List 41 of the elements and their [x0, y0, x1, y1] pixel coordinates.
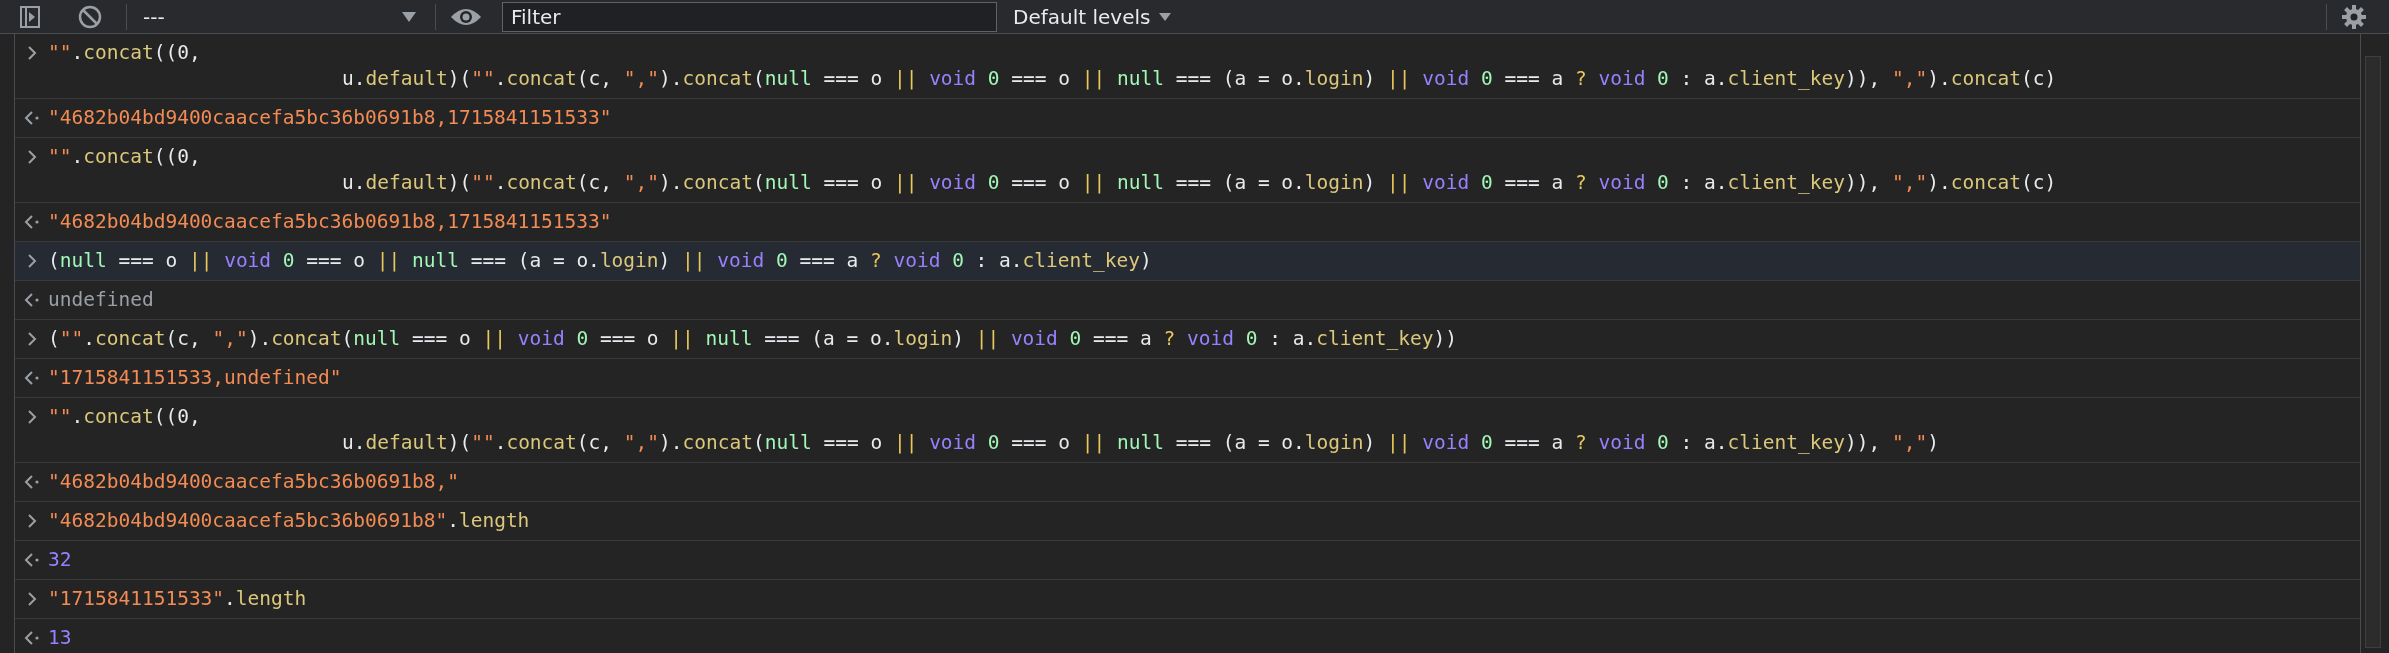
- console-input-code: u.default)("".concat(c, ",").concat(null === o || void 0 === o || null === (a = o.login) || void 0 === a ? void 0 : a.client_key)), ",").concat(c): [341, 170, 2057, 196]
- console-input-code: ("".concat(c, ",").concat(null === o || void 0 === o || null === (a = o.login) || void 0 === a ? void 0 : a.client_key)): [48, 326, 1458, 352]
- caret-icon: [1158, 11, 1173, 22]
- input-prompt-icon: [26, 46, 37, 60]
- console-input-code: "1715841151533".length: [48, 586, 307, 612]
- console-input-code: u.default)("".concat(c, ",").concat(null === o || void 0 === o || null === (a = o.login) || void 0 === a ? void 0 : a.client_key)), ","): [341, 430, 1939, 456]
- caret-icon: [401, 10, 417, 23]
- console-result: undefined: [48, 287, 154, 313]
- scrollbar-thumb[interactable]: [2365, 56, 2381, 648]
- console-result: "1715841151533,undefined": [48, 365, 342, 391]
- console-input-code: (null === o || void 0 === o || null === (a = o.login) || void 0 === a ? void 0 : a.client_key): [48, 248, 1152, 274]
- eye-icon[interactable]: [450, 6, 482, 27]
- settings-icon[interactable]: [2341, 3, 2367, 30]
- log-levels-dropdown[interactable]: Default levels: [1009, 4, 1177, 29]
- console-input-code: "".concat((0,: [48, 40, 202, 66]
- console-result: "4682b04bd9400caacefa5bc36b0691b8,1715841151533": [48, 209, 612, 235]
- console-input-code: "".concat((0,: [48, 144, 202, 170]
- context-dropdown[interactable]: ---: [141, 4, 421, 29]
- result-arrow-icon: [23, 475, 40, 489]
- input-prompt-icon: [26, 410, 37, 424]
- result-arrow-icon: [23, 371, 40, 385]
- input-prompt-icon: [26, 150, 37, 164]
- sidebar-toggle-icon[interactable]: [20, 5, 40, 28]
- input-prompt-icon: [26, 254, 37, 268]
- console-input-code: "4682b04bd9400caacefa5bc36b0691b8".length: [48, 508, 530, 534]
- result-arrow-icon: [23, 111, 40, 125]
- result-arrow-icon: [23, 553, 40, 567]
- input-prompt-icon: [26, 592, 37, 606]
- console-result: "4682b04bd9400caacefa5bc36b0691b8,1715841151533": [48, 105, 612, 131]
- console-result: 13: [48, 625, 72, 651]
- input-prompt-icon: [26, 514, 37, 528]
- console-result: 32: [48, 547, 72, 573]
- console-input-code: "".concat((0,: [48, 404, 202, 430]
- console-result: "4682b04bd9400caacefa5bc36b0691b8,": [48, 469, 459, 495]
- console-input-code: u.default)("".concat(c, ",").concat(null === o || void 0 === o || null === (a = o.login) || void 0 === a ? void 0 : a.client_key)), ",").concat(c): [341, 66, 2057, 92]
- result-arrow-icon: [23, 293, 40, 307]
- result-arrow-icon: [23, 215, 40, 229]
- input-prompt-icon: [26, 332, 37, 346]
- filter-field[interactable]: Filter: [502, 1, 997, 32]
- result-arrow-icon: [23, 631, 40, 645]
- clear-console-icon[interactable]: [78, 4, 102, 29]
